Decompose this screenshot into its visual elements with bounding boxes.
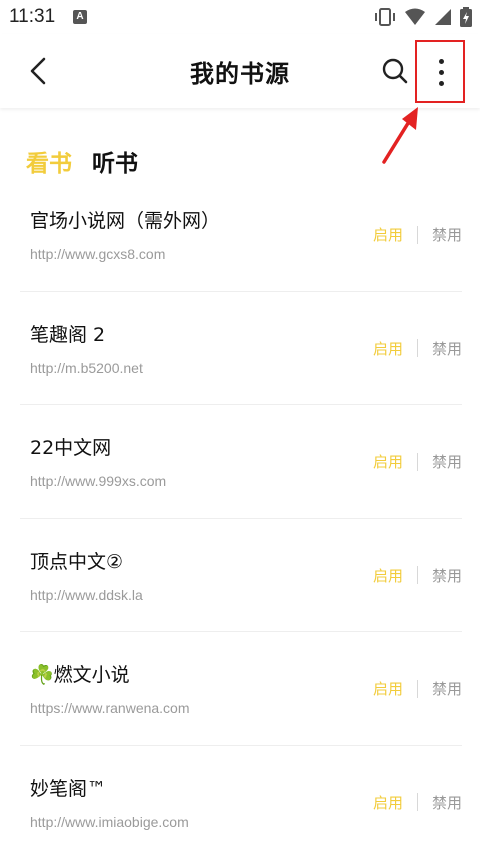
status-bar: 11:31 A — [0, 0, 480, 34]
source-url: http://www.imiaobige.com — [30, 814, 189, 830]
source-actions: 启用 禁用 — [373, 451, 462, 472]
disable-button[interactable]: 禁用 — [418, 678, 462, 699]
vibrate-icon — [374, 7, 396, 27]
source-item: 妙笔阁™ http://www.imiaobige.com 启用 禁用 — [20, 746, 462, 858]
source-item: ☘️燃文小说 https://www.ranwena.com 启用 禁用 — [20, 632, 462, 746]
source-item: 22中文网 http://www.999xs.com 启用 禁用 — [20, 405, 462, 519]
source-url: http://www.999xs.com — [30, 473, 166, 489]
enable-button[interactable]: 启用 — [373, 792, 417, 813]
source-url: http://www.gcxs8.com — [30, 246, 165, 262]
source-name: 妙笔阁™ — [30, 774, 106, 801]
source-name: ☘️燃文小说 — [30, 660, 130, 687]
source-actions: 启用 禁用 — [373, 338, 462, 359]
cell-signal-icon — [434, 8, 452, 26]
source-name: 笔趣阁 2 — [30, 320, 105, 347]
annotation-arrow — [378, 104, 424, 166]
source-actions: 启用 禁用 — [373, 224, 462, 245]
enable-button[interactable]: 启用 — [373, 678, 417, 699]
app-bar: 我的书源 — [0, 34, 480, 108]
source-url: https://www.ranwena.com — [30, 700, 190, 716]
source-tabs: 看书 听书 — [26, 144, 138, 178]
enable-button[interactable]: 启用 — [373, 338, 417, 359]
enable-button[interactable]: 启用 — [373, 224, 417, 245]
source-list: 官场小说网（需外网） http://www.gcxs8.com 启用 禁用 笔趣… — [20, 178, 462, 858]
battery-icon — [460, 7, 472, 27]
source-name: 22中文网 — [30, 433, 111, 460]
wifi-icon — [404, 8, 426, 26]
search-icon — [380, 56, 410, 86]
disable-button[interactable]: 禁用 — [418, 565, 462, 586]
source-actions: 启用 禁用 — [373, 792, 462, 813]
notification-a-icon: A — [73, 10, 87, 24]
disable-button[interactable]: 禁用 — [418, 338, 462, 359]
disable-button[interactable]: 禁用 — [418, 451, 462, 472]
disable-button[interactable]: 禁用 — [418, 224, 462, 245]
source-item: 笔趣阁 2 http://m.b5200.net 启用 禁用 — [20, 292, 462, 406]
source-actions: 启用 禁用 — [373, 678, 462, 699]
tab-reading[interactable]: 看书 — [26, 144, 72, 178]
enable-button[interactable]: 启用 — [373, 451, 417, 472]
enable-button[interactable]: 启用 — [373, 565, 417, 586]
annotation-highlight-box — [415, 40, 465, 103]
source-url: http://www.ddsk.la — [30, 587, 143, 603]
source-actions: 启用 禁用 — [373, 565, 462, 586]
status-time: 11:31 — [9, 6, 55, 28]
search-button[interactable] — [380, 56, 410, 86]
disable-button[interactable]: 禁用 — [418, 792, 462, 813]
source-url: http://m.b5200.net — [30, 360, 143, 376]
source-name: 顶点中文② — [30, 547, 123, 574]
source-item: 官场小说网（需外网） http://www.gcxs8.com 启用 禁用 — [20, 178, 462, 292]
system-icons — [374, 6, 472, 28]
tab-listening[interactable]: 听书 — [92, 144, 138, 178]
source-name: 官场小说网（需外网） — [30, 206, 220, 233]
source-item: 顶点中文② http://www.ddsk.la 启用 禁用 — [20, 519, 462, 633]
